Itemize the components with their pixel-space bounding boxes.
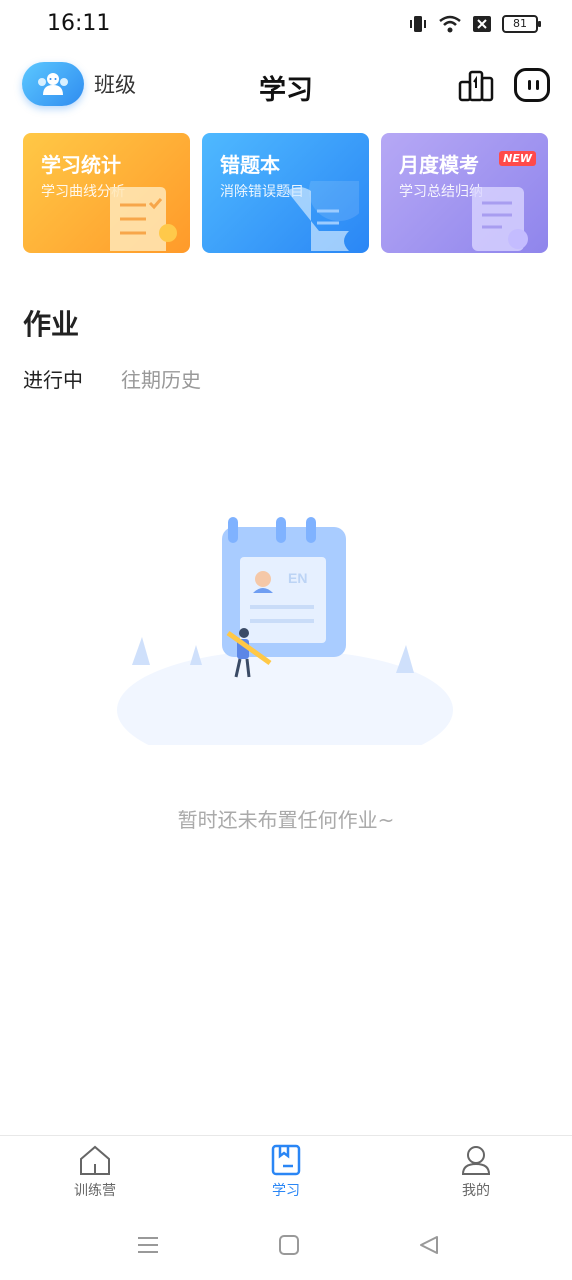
status-icons: 81: [408, 14, 541, 34]
class-avatar: [22, 62, 84, 106]
feature-cards: 学习统计 学习曲线分析 错题本 消除错误题目 月度模考 NEW 学习总结归纳: [23, 133, 549, 253]
card-title: 学习统计: [41, 153, 121, 177]
class-group-icon: [38, 73, 68, 95]
homework-title: 作业: [23, 308, 80, 341]
exam-paper-icon: [472, 187, 528, 251]
class-button[interactable]: 班级: [22, 62, 136, 106]
leaderboard-icon[interactable]: [458, 68, 494, 102]
nav-label: 训练营: [74, 1183, 116, 1199]
app-header: 学习 班级: [0, 60, 572, 110]
notebook-scroll-icon: [287, 181, 359, 251]
bottom-nav: 训练营 学习 我的: [0, 1135, 572, 1205]
nav-profile[interactable]: 我的: [426, 1144, 526, 1200]
menu-icon[interactable]: [136, 1233, 160, 1257]
checklist-scroll-icon: [110, 187, 177, 251]
nav-label: 学习: [272, 1183, 300, 1199]
battery-indicator: 81: [502, 15, 541, 33]
monthly-exam-card[interactable]: 月度模考 NEW 学习总结归纳: [381, 133, 548, 253]
home-icon: [80, 1145, 110, 1175]
class-label: 班级: [94, 73, 136, 97]
card-title: 月度模考: [399, 153, 479, 177]
svg-text:EN: EN: [288, 570, 307, 586]
tab-in-progress[interactable]: 进行中: [23, 364, 83, 393]
tab-history[interactable]: 往期历史: [121, 364, 201, 393]
vibrate-icon: [410, 16, 426, 32]
status-bar: 16:11 81: [0, 0, 572, 50]
new-badge: NEW: [499, 151, 536, 166]
no-sim-icon: [473, 16, 491, 32]
message-icon[interactable]: [514, 68, 550, 102]
book-icon: [271, 1144, 301, 1176]
back-icon[interactable]: [417, 1233, 441, 1257]
system-nav-bar: [0, 1215, 572, 1275]
nav-study[interactable]: 学习: [236, 1144, 336, 1200]
status-time: 16:11: [47, 11, 111, 36]
empty-homework-illustration: EN: [117, 517, 453, 745]
wifi-icon: [439, 15, 461, 33]
profile-icon: [461, 1146, 491, 1175]
nav-training-camp[interactable]: 训练营: [45, 1144, 145, 1200]
nav-label: 我的: [462, 1183, 490, 1199]
homework-tabs: 进行中 往期历史: [23, 364, 201, 393]
empty-state-text: 暂时还未布置任何作业~: [177, 808, 395, 832]
study-stats-card[interactable]: 学习统计 学习曲线分析: [23, 133, 190, 253]
home-square-icon[interactable]: [277, 1233, 301, 1257]
card-title: 错题本: [220, 153, 280, 177]
wrong-questions-card[interactable]: 错题本 消除错误题目: [202, 133, 369, 253]
